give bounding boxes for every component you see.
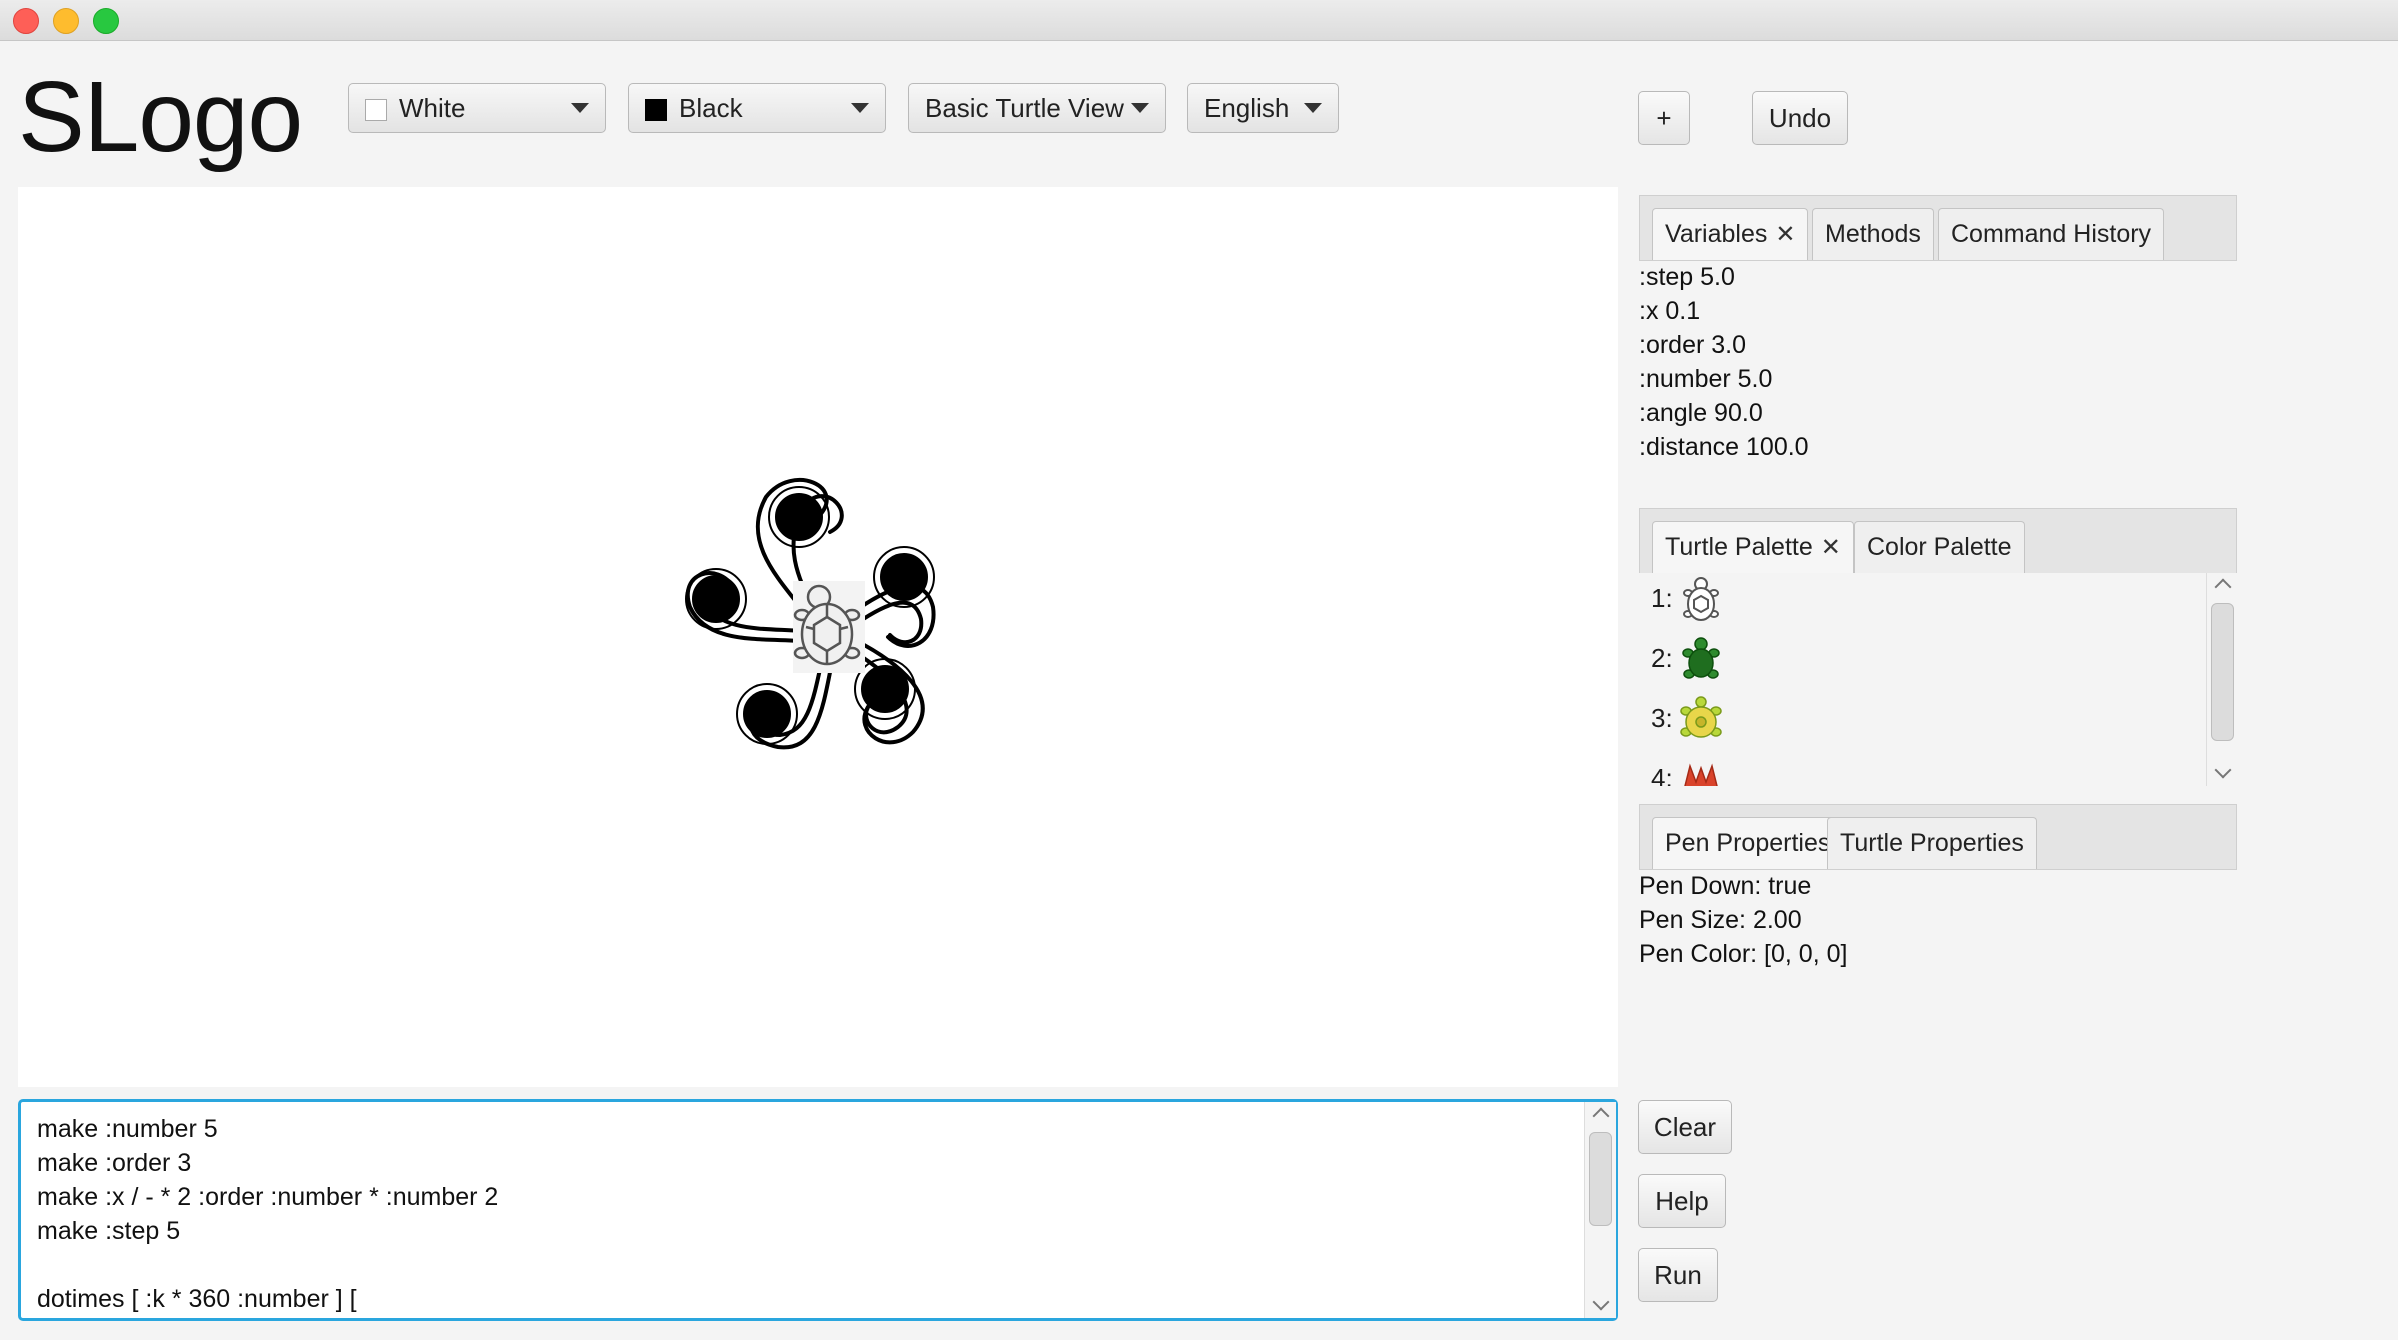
background-color-value: White (399, 93, 466, 123)
scroll-down-icon[interactable] (1592, 1293, 1609, 1311)
variable-item[interactable]: :number 5.0 (1639, 362, 2237, 396)
undo-button[interactable]: Undo (1752, 91, 1848, 145)
help-button[interactable]: Help (1638, 1174, 1726, 1228)
palette-item[interactable]: 3: (1651, 693, 1722, 743)
palette-item[interactable]: 2: (1651, 633, 1722, 683)
palette-item-label: 2: (1651, 643, 1673, 673)
chevron-down-icon (851, 103, 869, 113)
command-text: make :number 5 make :order 3 make :x / -… (37, 1112, 498, 1316)
pen-color-value: Black (679, 93, 743, 123)
command-line: make :step 5 (37, 1217, 181, 1245)
palette-scrollbar[interactable] (2206, 573, 2237, 786)
tab-turtle-properties[interactable]: Turtle Properties (1827, 817, 2037, 869)
variable-item[interactable]: :x 0.1 (1639, 294, 2237, 328)
close-icon[interactable]: ✕ (1821, 534, 1841, 561)
white-swatch-icon (365, 99, 387, 121)
variables-list: :step 5.0 :x 0.1 :order 3.0 :number 5.0 … (1639, 260, 2237, 464)
command-input-scrollbar[interactable] (1584, 1102, 1616, 1318)
palette-item-label: 3: (1651, 703, 1673, 733)
clear-button[interactable]: Clear (1638, 1100, 1732, 1154)
variable-item[interactable]: :distance 100.0 (1639, 430, 2237, 464)
palette-item[interactable]: 1: (1651, 573, 1722, 623)
tab-command-history[interactable]: Command History (1938, 208, 2165, 260)
turtle-canvas[interactable] (18, 187, 1618, 1087)
black-swatch-icon (645, 99, 667, 121)
language-value: English (1204, 93, 1290, 123)
language-select[interactable]: English (1187, 83, 1339, 133)
turtle-icon[interactable] (793, 581, 865, 673)
turtle-palette-list: 1: 2: 3: 4: (1639, 573, 2237, 786)
tab-variables[interactable]: Variables ✕ (1652, 208, 1809, 260)
command-line: dotimes [ :k * 360 :number ] [ (37, 1285, 357, 1313)
window-titlebar (0, 0, 2398, 41)
property-item: Pen Size: 2.00 (1639, 906, 1802, 934)
scroll-up-icon[interactable] (2214, 578, 2231, 596)
tab-label: Variables (1665, 220, 1768, 248)
minimize-window-icon[interactable] (53, 8, 79, 34)
scroll-thumb[interactable] (1589, 1132, 1612, 1226)
palette-tab-bar: Turtle Palette ✕ Color Palette (1639, 508, 2237, 574)
turtle-drawing (685, 478, 936, 750)
tab-methods[interactable]: Methods (1812, 208, 1934, 260)
tab-label: Methods (1825, 220, 1921, 248)
scroll-thumb[interactable] (2211, 603, 2234, 741)
red-shape-icon (1684, 763, 1718, 786)
tab-color-palette[interactable]: Color Palette (1854, 521, 2025, 573)
turtle-green-icon (1682, 637, 1720, 679)
tab-label: Color Palette (1867, 533, 2012, 561)
scroll-down-icon[interactable] (2214, 761, 2231, 779)
palette-item-label: 1: (1651, 583, 1673, 613)
properties-tab-bar: Pen Properties✕ Turtle Properties (1639, 804, 2237, 870)
property-item: Pen Down: true (1639, 872, 1812, 900)
turtle-outline-icon (1682, 577, 1719, 622)
app-title: SLogo (18, 61, 303, 173)
variable-item[interactable]: :step 5.0 (1639, 260, 2237, 294)
chevron-down-icon (1304, 103, 1322, 113)
variable-item[interactable]: :order 3.0 (1639, 328, 2237, 362)
command-line: make :x / - * 2 :order :number * :number… (37, 1183, 499, 1211)
chevron-down-icon (571, 103, 589, 113)
pen-properties-list: Pen Down: true Pen Size: 2.00 Pen Color:… (1639, 869, 2237, 971)
variables-tab-bar: Variables ✕ Methods Command History (1639, 195, 2237, 261)
tab-label: Pen Properties (1665, 829, 1831, 857)
close-window-icon[interactable] (13, 8, 39, 34)
scroll-up-icon[interactable] (1592, 1107, 1609, 1125)
background-color-select[interactable]: White (348, 83, 606, 133)
view-select[interactable]: Basic Turtle View (908, 83, 1166, 133)
view-value: Basic Turtle View (925, 93, 1124, 123)
tab-label: Turtle Palette (1665, 533, 1813, 561)
palette-item[interactable]: 4: (1651, 753, 1722, 786)
command-line: make :order 3 (37, 1149, 192, 1177)
chevron-down-icon (1131, 103, 1149, 113)
pen-color-select[interactable]: Black (628, 83, 886, 133)
turtle-yellow-icon (1680, 696, 1722, 738)
tab-label: Turtle Properties (1840, 829, 2024, 857)
property-item: Pen Color: [0, 0, 0] (1639, 940, 1848, 968)
command-input[interactable]: make :number 5 make :order 3 make :x / -… (18, 1099, 1618, 1321)
run-button[interactable]: Run (1638, 1248, 1718, 1302)
zoom-window-icon[interactable] (93, 8, 119, 34)
add-workspace-button[interactable]: + (1638, 91, 1690, 145)
variable-item[interactable]: :angle 90.0 (1639, 396, 2237, 430)
palette-item-label: 4: (1651, 763, 1673, 786)
command-line: make :number 5 (37, 1115, 218, 1143)
tab-turtle-palette[interactable]: Turtle Palette ✕ (1652, 521, 1854, 573)
tab-label: Command History (1951, 220, 2152, 248)
close-icon[interactable]: ✕ (1775, 221, 1795, 248)
